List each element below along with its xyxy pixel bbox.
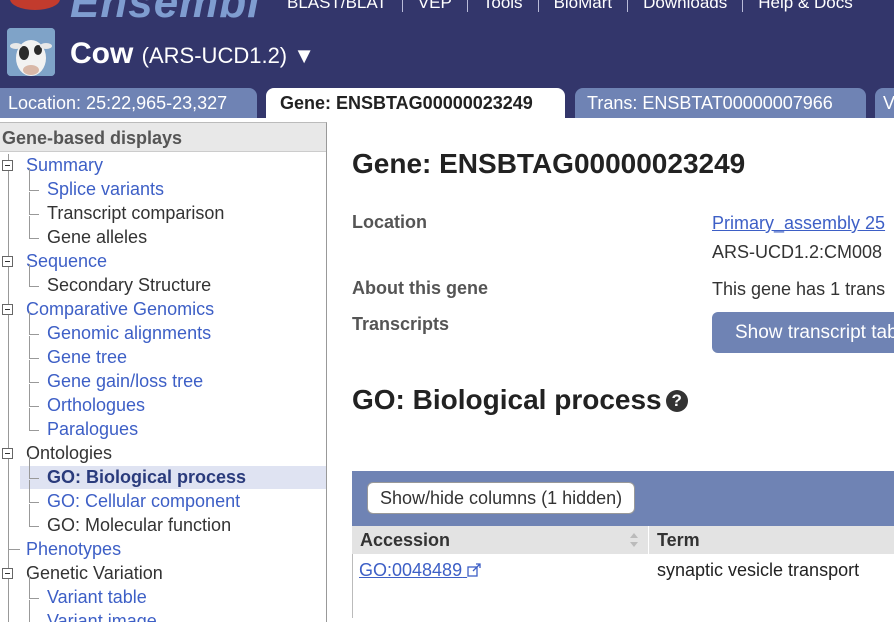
sidebar-item-sequence[interactable]: Sequence bbox=[26, 250, 107, 272]
tab-bar: Location: 25:22,965-23,327 Gene: ENSBTAG… bbox=[0, 88, 894, 118]
header-term[interactable]: Term bbox=[657, 526, 700, 554]
tree-connector bbox=[29, 168, 30, 190]
collapse-toggle-icon[interactable] bbox=[2, 448, 13, 459]
tree-connector bbox=[29, 214, 39, 215]
sidebar-item-go-biological-process[interactable]: GO: Biological process bbox=[47, 466, 246, 488]
sidebar-item-ontologies: Ontologies bbox=[26, 443, 113, 463]
sidebar-item-orthologues[interactable]: Orthologues bbox=[47, 394, 145, 416]
tree-connector bbox=[29, 286, 39, 287]
species-title[interactable]: Cow (ARS-UCD1.2) ▼ bbox=[70, 37, 315, 71]
tree-connector bbox=[29, 190, 39, 191]
tree-trunk bbox=[8, 154, 9, 622]
external-link-icon bbox=[467, 563, 481, 577]
about-value: This gene has 1 trans bbox=[712, 279, 886, 299]
sidebar-item-transcript-comparison: Transcript comparison bbox=[47, 203, 225, 223]
tree-connector bbox=[29, 334, 39, 335]
show-hide-columns-button[interactable]: Show/hide columns (1 hidden) bbox=[367, 482, 636, 514]
cow-species-icon[interactable] bbox=[7, 28, 55, 76]
tree-connector bbox=[8, 549, 20, 550]
table-toolbar: Show/hide columns (1 hidden) bbox=[352, 471, 894, 526]
sort-icon[interactable] bbox=[629, 532, 639, 548]
about-label: About this gene bbox=[352, 278, 488, 298]
accession-link[interactable]: GO:0048489 bbox=[359, 560, 482, 581]
location-link[interactable]: Primary_assembly 25 bbox=[712, 213, 885, 234]
sidebar: Gene-based displays Summary Splice varian… bbox=[0, 122, 327, 622]
ensembl-logo-text[interactable]: Ensembl bbox=[70, 0, 260, 28]
sidebar-item-phenotypes[interactable]: Phenotypes bbox=[26, 538, 121, 560]
tab-location[interactable]: Location: 25:22,965-23,327 bbox=[0, 88, 257, 118]
tree-connector bbox=[29, 598, 39, 599]
term-cell: synaptic vesicle transport bbox=[657, 560, 860, 580]
tree-connector bbox=[29, 478, 39, 479]
species-assembly: (ARS-UCD1.2) ▼ bbox=[141, 43, 316, 68]
tree-connector bbox=[29, 502, 39, 503]
tree-connector bbox=[29, 264, 30, 286]
nav-biomart[interactable]: BioMart bbox=[537, 0, 628, 12]
sidebar-item-gene-gain-loss-tree[interactable]: Gene gain/loss tree bbox=[47, 370, 203, 392]
column-divider bbox=[648, 526, 649, 554]
location-label: Location bbox=[352, 212, 427, 232]
show-transcript-table-button[interactable]: Show transcript tab bbox=[712, 312, 894, 353]
sidebar-item-gene-tree[interactable]: Gene tree bbox=[47, 346, 127, 368]
collapse-toggle-icon[interactable] bbox=[2, 160, 13, 171]
tree-connector bbox=[29, 358, 39, 359]
tree-connector bbox=[29, 408, 30, 430]
nav-blast[interactable]: BLAST/BLAT bbox=[287, 0, 402, 12]
sidebar-item-genomic-alignments[interactable]: Genomic alignments bbox=[47, 322, 211, 344]
tree-connector bbox=[29, 216, 30, 238]
nav-tools[interactable]: Tools bbox=[466, 0, 538, 12]
sidebar-item-variant-image[interactable]: Variant image bbox=[47, 610, 157, 622]
tree-connector bbox=[29, 504, 30, 526]
ensembl-logo-icon[interactable] bbox=[10, 0, 60, 10]
collapse-toggle-icon[interactable] bbox=[2, 256, 13, 267]
page-title: Gene: ENSBTAG00000023249 bbox=[352, 148, 746, 179]
sidebar-item-gene-alleles: Gene alleles bbox=[47, 227, 148, 247]
tree-connector bbox=[29, 430, 39, 431]
collapse-toggle-icon[interactable] bbox=[2, 568, 13, 579]
sidebar-header: Gene-based displays bbox=[0, 123, 326, 152]
sidebar-item-secondary-structure: Secondary Structure bbox=[47, 275, 212, 295]
sidebar-item-go-cellular-component[interactable]: GO: Cellular component bbox=[47, 490, 240, 512]
tree-connector bbox=[29, 576, 30, 598]
tree-connector bbox=[29, 600, 30, 622]
tree-connector bbox=[29, 526, 39, 527]
nav-downloads[interactable]: Downloads bbox=[627, 0, 742, 12]
location-sub: ARS-UCD1.2:CM008 bbox=[712, 242, 883, 262]
main-content: Gene: ENSBTAG00000023249 Location Primar… bbox=[352, 118, 894, 618]
tree-connector bbox=[29, 384, 30, 406]
table-header: Accession Term bbox=[352, 526, 894, 554]
tree-connector bbox=[29, 192, 30, 214]
header-accession[interactable]: Accession bbox=[360, 526, 450, 554]
species-name: Cow bbox=[70, 37, 134, 70]
sidebar-item-splice-variants[interactable]: Splice variants bbox=[47, 178, 164, 200]
tree-connector bbox=[29, 406, 39, 407]
top-nav: BLAST/BLAT VEP Tools BioMart Downloads H… bbox=[287, 0, 868, 12]
nav-vep[interactable]: VEP bbox=[401, 0, 467, 12]
tab-transcript[interactable]: Trans: ENSBTAT00000007966 bbox=[575, 88, 866, 118]
masthead: Ensembl BLAST/BLAT VEP Tools BioMart Dow… bbox=[0, 0, 894, 88]
table-border bbox=[352, 554, 353, 618]
sidebar-item-comparative-genomics[interactable]: Comparative Genomics bbox=[26, 298, 214, 320]
tree-connector bbox=[29, 360, 30, 382]
tree-connector bbox=[29, 480, 30, 502]
sidebar-item-variant-table[interactable]: Variant table bbox=[47, 586, 147, 608]
tree-connector bbox=[29, 456, 30, 478]
section-title: GO: Biological process? bbox=[352, 384, 688, 416]
transcripts-label: Transcripts bbox=[352, 314, 450, 334]
section-title-text: GO: Biological process bbox=[352, 384, 662, 415]
sidebar-item-summary[interactable]: Summary bbox=[26, 154, 103, 176]
sidebar-item-paralogues[interactable]: Paralogues bbox=[47, 418, 138, 440]
nav-help[interactable]: Help & Docs bbox=[742, 0, 867, 12]
tree-connector bbox=[29, 382, 39, 383]
sidebar-item-go-molecular-function: GO: Molecular function bbox=[47, 515, 232, 535]
tab-gene[interactable]: Gene: ENSBTAG00000023249 bbox=[266, 88, 565, 118]
tree-connector bbox=[29, 336, 30, 358]
tree-connector bbox=[29, 312, 30, 334]
accession-text: GO:0048489 bbox=[359, 560, 463, 580]
help-icon[interactable]: ? bbox=[665, 390, 688, 412]
collapse-toggle-icon[interactable] bbox=[2, 304, 13, 315]
tree-connector bbox=[29, 238, 39, 239]
sidebar-item-genetic-variation: Genetic Variation bbox=[26, 563, 163, 583]
tab-variant[interactable]: V bbox=[875, 88, 894, 118]
